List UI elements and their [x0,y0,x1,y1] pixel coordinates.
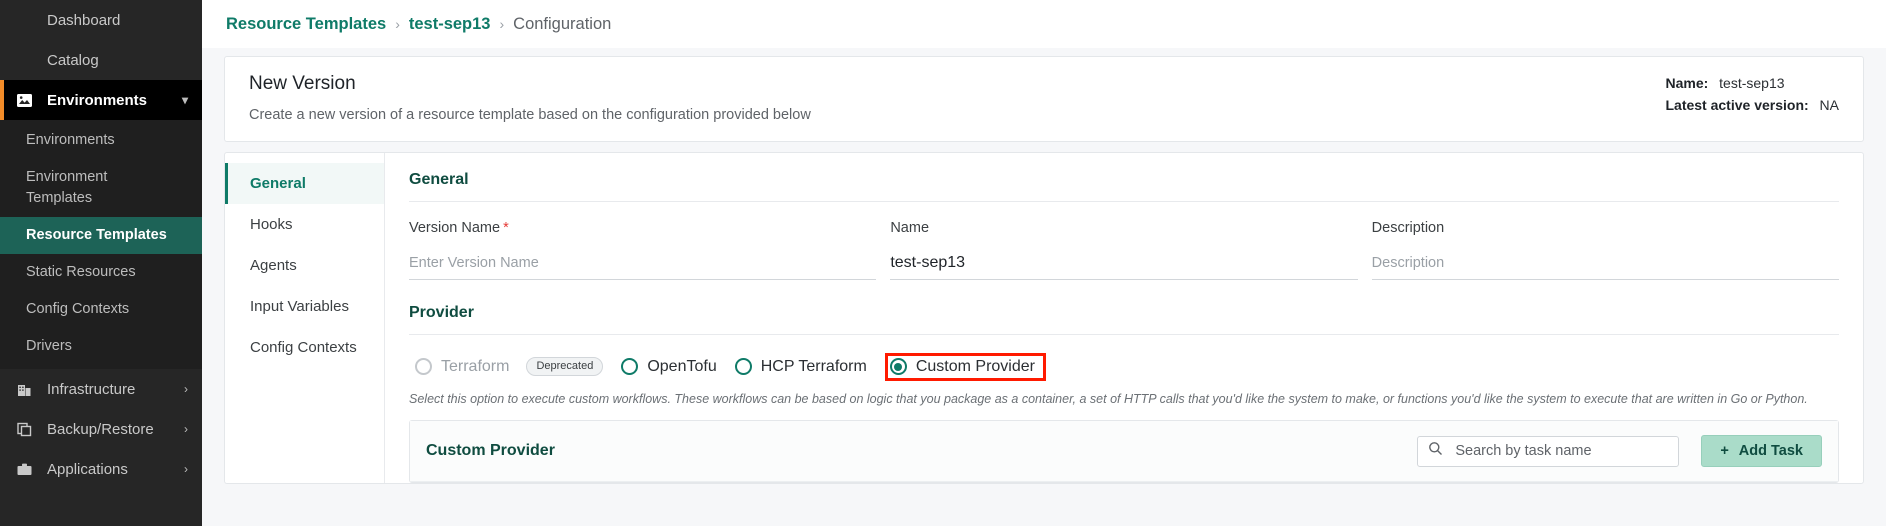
breadcrumb-separator-icon: › [499,16,505,32]
field-version-name: Version Name * [409,220,877,280]
sidebar-item-applications[interactable]: Applications › [0,449,202,489]
sidebar-subitem-resource-templates[interactable]: Resource Templates [0,217,202,255]
radio-label: OpenTofu [647,357,717,375]
tab-input-variables[interactable]: Input Variables [225,286,384,327]
tab-hooks[interactable]: Hooks [225,204,384,245]
provider-section-title: Provider [409,304,474,321]
radio-custom-provider[interactable]: Custom Provider [884,352,1046,381]
tab-agents[interactable]: Agents [225,245,384,286]
configuration-card: General Hooks Agents Input Variables Con… [224,152,1864,484]
page-title: New Version [249,73,356,94]
general-fields: Version Name* Name Description [409,220,1839,280]
copy-icon [16,421,33,438]
radio-terraform: Terraform Deprecated [409,351,615,382]
sidebar-subitem-config-contexts[interactable]: Config Contexts [0,291,202,328]
name-label: Name [890,220,930,236]
task-search-input[interactable] [1453,442,1669,460]
header-left: New Version Create a new version of a re… [249,73,1665,123]
new-version-header-card: New Version Create a new version of a re… [224,56,1864,142]
sidebar-subitem-static-resources[interactable]: Static Resources [0,254,202,291]
task-search-box[interactable] [1417,435,1680,467]
sidebar-item-infrastructure[interactable]: Infrastructure › [0,369,202,409]
building-icon [16,381,33,398]
sidebar-item-label: Backup/Restore [47,420,154,438]
chevron-right-icon[interactable]: › [184,383,188,395]
main-content: Resource Templates › test-sep13 › Config… [202,0,1886,526]
custom-provider-title: Custom Provider [426,442,555,459]
radio-opentofu[interactable]: OpenTofu [615,352,728,382]
sidebar-item-label: Applications [47,460,128,478]
sidebar-subitem-environment-templates[interactable]: Environment Templates [0,159,120,217]
field-name: Name [890,220,1358,280]
sidebar-item-dashboard[interactable]: Dashboard [0,0,202,40]
meta-value: NA [1819,97,1839,113]
meta-label: Latest active version: [1665,97,1809,113]
version-name-input[interactable] [409,254,877,280]
tab-general[interactable]: General [225,163,384,204]
version-name-label: Version Name [409,220,501,236]
breadcrumb: Resource Templates › test-sep13 › Config… [202,0,1886,48]
divider [409,201,1839,202]
required-asterisk: * [503,220,509,236]
provider-radio-group: Terraform Deprecated OpenTofu HCP Terraf… [409,351,1839,382]
tab-config-contexts[interactable]: Config Contexts [225,327,384,368]
divider [409,334,1839,335]
meta-value: test-sep13 [1719,75,1785,91]
meta-row-latest-active-version: Latest active version: NA [1665,97,1839,113]
chevron-right-icon[interactable]: › [184,423,188,435]
breadcrumb-link-test-sep13[interactable]: test-sep13 [409,15,491,34]
name-input[interactable] [890,254,1358,280]
radio-circle-icon [415,358,432,375]
sidebar-item-label: Environments [47,91,148,109]
sidebar-subitem-environments[interactable]: Environments [0,122,202,159]
custom-provider-header: Custom Provider + Add Task [410,421,1838,482]
breadcrumb-separator-icon: › [395,16,400,32]
add-task-label: Add Task [1738,443,1803,459]
left-sidebar: Dashboard Catalog Environments ▾ Environ… [0,0,202,526]
sidebar-item-environments[interactable]: Environments ▾ [0,80,202,120]
sidebar-subitem-drivers[interactable]: Drivers [0,328,202,365]
sidebar-item-label: Infrastructure [47,380,136,398]
sidebar-item-label: Dashboard [47,11,121,29]
page-subtitle: Create a new version of a resource templ… [249,107,811,123]
status-badge-deprecated: Deprecated [526,357,604,376]
config-tab-list: General Hooks Agents Input Variables Con… [225,153,385,483]
description-input[interactable] [1371,254,1839,280]
add-task-button[interactable]: + Add Task [1701,435,1822,467]
description-label: Description [1371,220,1445,236]
custom-provider-card: Custom Provider + Add Task [409,420,1839,483]
chevron-right-icon[interactable]: › [184,463,188,475]
header-meta: Name: test-sep13 Latest active version: … [1665,73,1839,119]
radio-circle-icon [734,358,752,375]
meta-label: Name: [1665,75,1709,91]
field-description: Description [1371,220,1839,280]
general-panel: General Version Name* Name Description [385,153,1863,483]
sidebar-item-catalog[interactable]: Catalog [0,40,202,80]
search-icon [1428,441,1443,461]
radio-hcp-terraform[interactable]: HCP Terraform [729,352,879,382]
briefcase-icon [16,461,33,478]
breadcrumb-link-resource-templates[interactable]: Resource Templates [226,15,386,34]
grid-icon [16,12,33,29]
provider-helper-text: Select this option to execute custom wor… [409,392,1808,406]
breadcrumb-current: Configuration [513,14,612,33]
meta-row-name: Name: test-sep13 [1665,75,1839,91]
radio-circle-icon [621,358,639,375]
radio-label: HCP Terraform [760,357,867,375]
plus-icon: + [1720,443,1729,459]
catalog-grid-icon [16,52,33,69]
environments-icon [16,92,33,109]
sidebar-item-label: Catalog [47,51,99,69]
app-root: Dashboard Catalog Environments ▾ Environ… [0,0,1886,526]
sidebar-subnav: Environments Environment Templates Resou… [0,120,202,370]
radio-label: Terraform [441,357,510,375]
general-section-title: General [409,171,469,188]
chevron-down-icon[interactable]: ▾ [182,94,188,106]
radio-label: Custom Provider [915,357,1035,375]
radio-circle-selected-icon [889,358,907,375]
sidebar-item-backup-restore[interactable]: Backup/Restore › [0,409,202,449]
field-label: Version Name * [409,220,876,236]
